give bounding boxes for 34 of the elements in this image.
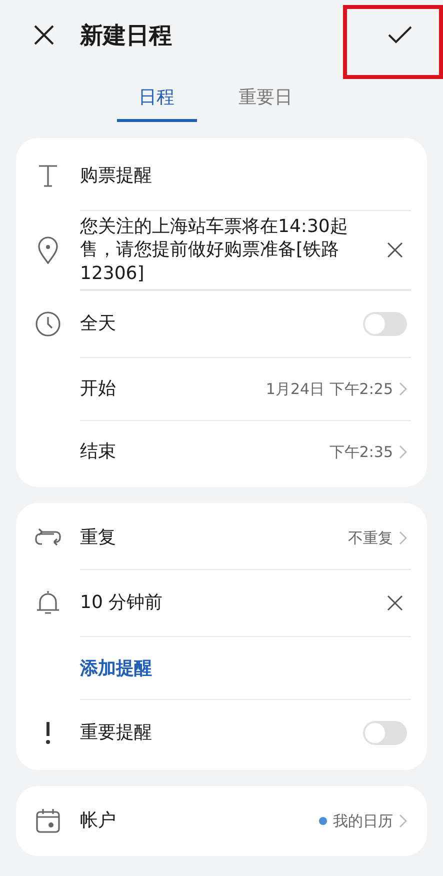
chevron-right-icon xyxy=(399,445,407,460)
row-label: 开始 xyxy=(80,377,117,401)
row-value[interactable]: 1月24日 下午2:25 xyxy=(266,380,393,399)
tab[interactable]: 日程 xyxy=(116,76,196,122)
close-icon[interactable] xyxy=(32,23,56,47)
bell-icon xyxy=(35,588,61,617)
chevron-right-icon xyxy=(399,531,407,546)
add-reminder-link[interactable]: 添加提醒 xyxy=(80,656,411,680)
row-label: 10 分钟前 xyxy=(80,591,164,616)
row-value[interactable]: 下午2:35 xyxy=(329,442,393,462)
row-label: 您关注的上海站车票将在14:30起售，请您提前做好购票准备[铁路12306] xyxy=(80,215,349,286)
chevron-right-icon xyxy=(399,382,407,396)
exclamation-icon xyxy=(44,720,52,745)
row-value[interactable]: 不重复 xyxy=(348,528,393,548)
toggle-switch[interactable] xyxy=(363,721,407,746)
confirm-check-icon[interactable] xyxy=(387,25,413,45)
row-label: 结束 xyxy=(80,440,117,464)
toggle-switch[interactable] xyxy=(363,312,407,336)
row-value[interactable]: 我的日历 xyxy=(333,812,393,831)
row-label: 重复 xyxy=(80,526,117,550)
tab[interactable]: 重要日 xyxy=(216,76,314,122)
row-label: 帐户 xyxy=(80,809,117,833)
row-label: 重要提醒 xyxy=(80,721,153,745)
row-label: 全天 xyxy=(80,312,117,336)
close-icon[interactable] xyxy=(387,595,403,612)
clock-icon xyxy=(35,310,61,337)
chevron-right-icon xyxy=(399,814,407,828)
text-icon xyxy=(37,164,59,188)
close-icon[interactable] xyxy=(387,242,403,258)
page-title: 新建日程 xyxy=(80,22,173,50)
repeat-icon xyxy=(34,528,62,548)
calendar-icon xyxy=(35,808,61,834)
location-pin-icon xyxy=(37,236,59,264)
title-field[interactable]: 购票提醒 xyxy=(80,164,411,188)
